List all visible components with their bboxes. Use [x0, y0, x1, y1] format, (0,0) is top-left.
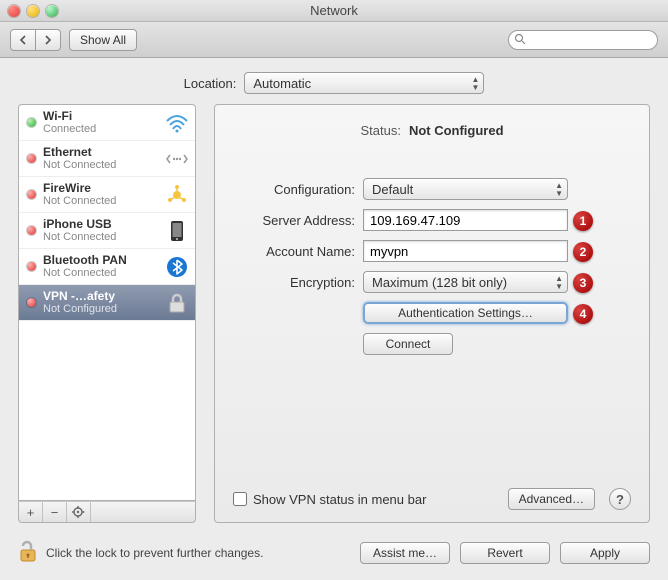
status-label: Status: [360, 123, 400, 138]
unlock-icon[interactable] [18, 539, 38, 566]
callout-1: 1 [573, 211, 593, 231]
service-name: VPN -…afety [43, 290, 165, 303]
chevron-updown-icon: ▲▼ [471, 76, 479, 92]
firewire-icon [165, 183, 189, 207]
lock-icon [165, 291, 189, 315]
status-dot-icon [27, 298, 36, 307]
service-name: Bluetooth PAN [43, 254, 165, 267]
details-footer: Show VPN status in menu bar Advanced… ? [233, 480, 631, 510]
titlebar: Network [0, 0, 668, 22]
configuration-value: Default [372, 182, 413, 197]
add-service-button[interactable]: + [19, 502, 43, 522]
chevron-updown-icon: ▲▼ [555, 182, 563, 198]
service-sub: Not Connected [43, 195, 165, 207]
service-ethernet[interactable]: Ethernet Not Connected [19, 141, 195, 177]
lock-note: Click the lock to prevent further change… [18, 539, 263, 566]
help-button[interactable]: ? [609, 488, 631, 510]
service-iphone-usb[interactable]: iPhone USB Not Connected [19, 213, 195, 249]
revert-button[interactable]: Revert [460, 542, 550, 564]
service-sub: Not Configured [43, 303, 165, 315]
bluetooth-icon [165, 255, 189, 279]
callout-4: 4 [573, 304, 593, 324]
service-name: iPhone USB [43, 218, 165, 231]
sidebar-wrap: Wi-Fi Connected Ethernet Not Connected [18, 104, 196, 523]
details-panel: Status: Not Configured Configuration: De… [214, 104, 650, 523]
account-name-input[interactable] [363, 240, 568, 262]
ethernet-icon [165, 147, 189, 171]
configuration-label: Configuration: [233, 182, 363, 197]
search-input[interactable] [508, 30, 658, 50]
status-value: Not Configured [409, 123, 504, 138]
chevron-updown-icon: ▲▼ [555, 275, 563, 291]
encryption-value: Maximum (128 bit only) [372, 275, 507, 290]
service-wifi[interactable]: Wi-Fi Connected [19, 105, 195, 141]
remove-service-button[interactable]: − [43, 502, 67, 522]
forward-button[interactable] [35, 29, 61, 51]
sidebar-footer: + − [18, 501, 196, 523]
callout-3: 3 [573, 273, 593, 293]
service-actions-button[interactable] [67, 502, 91, 522]
wifi-icon [165, 111, 189, 135]
configuration-row: Configuration: Default ▲▼ [233, 178, 631, 200]
lock-note-text: Click the lock to prevent further change… [46, 546, 263, 560]
encryption-row: Encryption: Maximum (128 bit only) ▲▼ 3 [233, 271, 631, 293]
auth-row: Authentication Settings… 4 [233, 302, 631, 324]
service-list: Wi-Fi Connected Ethernet Not Connected [18, 104, 196, 501]
callout-2: 2 [573, 242, 593, 262]
bottom-buttons: Assist me… Revert Apply [360, 542, 650, 564]
authentication-settings-button[interactable]: Authentication Settings… [363, 302, 568, 324]
account-name-row: Account Name: 2 [233, 240, 631, 262]
service-name: FireWire [43, 182, 165, 195]
location-select[interactable]: Automatic ▲▼ [244, 72, 484, 94]
main-content: Wi-Fi Connected Ethernet Not Connected [0, 104, 668, 529]
server-address-label: Server Address: [233, 213, 363, 228]
show-all-button[interactable]: Show All [69, 29, 137, 51]
encryption-select[interactable]: Maximum (128 bit only) ▲▼ [363, 271, 568, 293]
service-name: Ethernet [43, 146, 165, 159]
status-dot-icon [27, 154, 36, 163]
search-box[interactable] [508, 30, 658, 50]
show-vpn-status-checkbox[interactable] [233, 492, 247, 506]
status-dot-icon [27, 118, 36, 127]
encryption-label: Encryption: [233, 275, 363, 290]
status-dot-icon [27, 226, 36, 235]
service-sub: Not Connected [43, 231, 165, 243]
toolbar: Show All [0, 22, 668, 58]
connect-button[interactable]: Connect [363, 333, 453, 355]
status-row: Status: Not Configured [233, 123, 631, 138]
configuration-select[interactable]: Default ▲▼ [363, 178, 568, 200]
assist-me-button[interactable]: Assist me… [360, 542, 450, 564]
service-bluetooth-pan[interactable]: Bluetooth PAN Not Connected [19, 249, 195, 285]
service-vpn[interactable]: VPN -…afety Not Configured [19, 285, 195, 321]
show-vpn-status-label: Show VPN status in menu bar [253, 492, 426, 507]
location-row: Location: Automatic ▲▼ [0, 58, 668, 104]
service-sub: Not Connected [43, 159, 165, 171]
server-address-row: Server Address: 1 [233, 209, 631, 231]
iphone-icon [165, 219, 189, 243]
account-name-label: Account Name: [233, 244, 363, 259]
service-sub: Connected [43, 123, 165, 135]
service-name: Wi-Fi [43, 110, 165, 123]
nav-group [10, 29, 61, 51]
advanced-button[interactable]: Advanced… [508, 488, 595, 510]
location-label: Location: [184, 76, 237, 91]
bottombar: Click the lock to prevent further change… [0, 529, 668, 580]
status-dot-icon [27, 190, 36, 199]
service-firewire[interactable]: FireWire Not Connected [19, 177, 195, 213]
location-value: Automatic [253, 76, 311, 91]
search-icon [514, 33, 526, 48]
service-sub: Not Connected [43, 267, 165, 279]
window-title: Network [0, 3, 668, 18]
back-button[interactable] [10, 29, 36, 51]
server-address-input[interactable] [363, 209, 568, 231]
connect-row: Connect [233, 333, 631, 355]
apply-button[interactable]: Apply [560, 542, 650, 564]
status-dot-icon [27, 262, 36, 271]
